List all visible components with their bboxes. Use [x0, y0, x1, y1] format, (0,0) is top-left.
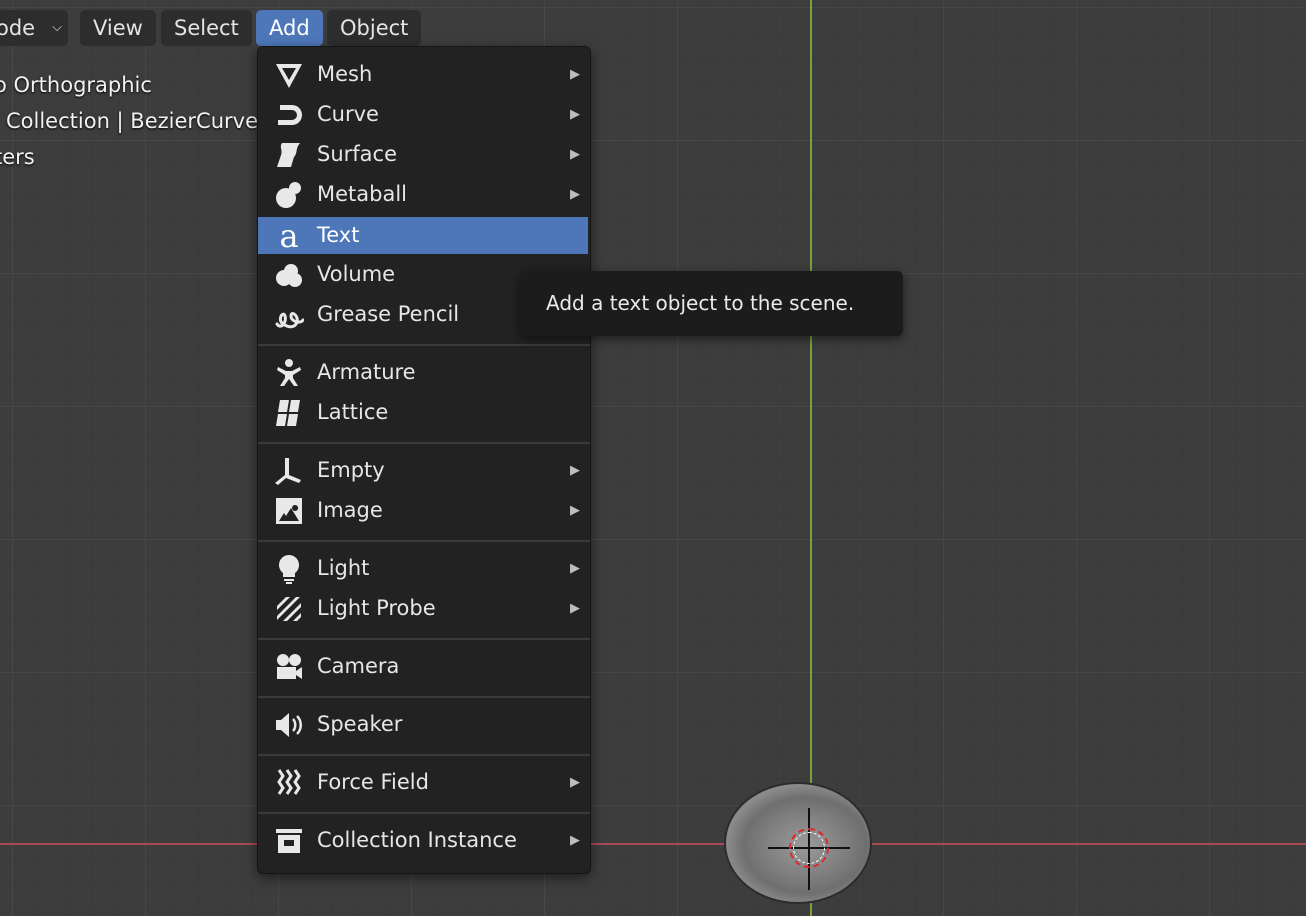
menu-item-camera[interactable]: Camera	[258, 648, 588, 685]
menu-item-metaball[interactable]: Metaball ▶	[258, 176, 588, 213]
empty-icon	[271, 455, 307, 487]
volume-icon	[271, 259, 307, 291]
tooltip: Add a text object to the scene.	[520, 271, 903, 336]
menu-item-armature[interactable]: Armature	[258, 354, 588, 391]
y-axis-line	[810, 0, 812, 916]
submenu-arrow-icon: ▶	[570, 601, 580, 616]
menu-item-surface[interactable]: Surface ▶	[258, 136, 588, 173]
menu-item-collection-instance[interactable]: Collection Instance ▶	[258, 822, 588, 859]
menu-separator	[258, 442, 590, 444]
menu-item-curve[interactable]: Curve ▶	[258, 96, 588, 133]
menu-item-text[interactable]: a Text	[258, 217, 588, 254]
surface-icon	[271, 139, 307, 171]
menu-select[interactable]: Select	[161, 10, 252, 46]
menu-separator	[258, 638, 590, 640]
collection-text: Collection | BezierCurve	[6, 109, 258, 133]
camera-icon	[271, 651, 307, 683]
force-field-icon	[271, 767, 307, 799]
submenu-arrow-icon: ▶	[570, 833, 580, 848]
menu-separator	[258, 812, 590, 814]
menu-item-image[interactable]: Image ▶	[258, 492, 588, 529]
menu-separator	[258, 344, 590, 346]
collection-instance-icon	[271, 825, 307, 857]
menu-item-empty[interactable]: Empty ▶	[258, 452, 588, 489]
menu-item-lattice[interactable]: Lattice	[258, 394, 588, 431]
menu-item-speaker[interactable]: Speaker	[258, 706, 588, 743]
menu-separator	[258, 754, 590, 756]
menu-item-force-field[interactable]: Force Field ▶	[258, 764, 588, 801]
tooltip-text: Add a text object to the scene.	[546, 291, 855, 315]
submenu-arrow-icon: ▶	[570, 463, 580, 478]
light-probe-icon	[271, 593, 307, 625]
submenu-arrow-icon: ▶	[570, 561, 580, 576]
armature-icon	[271, 357, 307, 389]
metaball-icon	[271, 179, 307, 211]
mode-dropdown[interactable]: ode ⌵	[0, 10, 68, 46]
menu-object[interactable]: Object	[327, 10, 422, 46]
grease-pencil-icon	[271, 299, 307, 331]
3d-cursor[interactable]	[789, 828, 829, 868]
menu-separator	[258, 696, 590, 698]
lattice-icon	[271, 397, 307, 429]
svg-text:a: a	[279, 221, 298, 251]
light-icon	[271, 553, 307, 585]
submenu-arrow-icon: ▶	[570, 775, 580, 790]
submenu-arrow-icon: ▶	[570, 107, 580, 122]
menu-view[interactable]: View	[80, 10, 156, 46]
curve-icon	[271, 99, 307, 131]
chevron-down-icon: ⌵	[52, 20, 62, 35]
add-menu: Mesh ▶ Curve ▶ Surface ▶ Metaball ▶ a Te…	[257, 46, 591, 874]
mode-label: ode	[0, 16, 36, 40]
units-text: ters	[0, 145, 35, 169]
x-axis-line	[0, 843, 1306, 845]
speaker-icon	[271, 709, 307, 741]
submenu-arrow-icon: ▶	[570, 147, 580, 162]
submenu-arrow-icon: ▶	[570, 503, 580, 518]
menu-separator	[258, 540, 590, 542]
text-icon: a	[271, 220, 307, 252]
menu-item-light[interactable]: Light ▶	[258, 550, 588, 587]
menu-item-light-probe[interactable]: Light Probe ▶	[258, 590, 588, 627]
mesh-icon	[271, 59, 307, 91]
submenu-arrow-icon: ▶	[570, 67, 580, 82]
menu-item-mesh[interactable]: Mesh ▶	[258, 56, 588, 93]
image-icon	[271, 495, 307, 527]
view-name-text: o Orthographic	[0, 73, 152, 97]
submenu-arrow-icon: ▶	[570, 187, 580, 202]
menu-add[interactable]: Add	[256, 10, 323, 46]
